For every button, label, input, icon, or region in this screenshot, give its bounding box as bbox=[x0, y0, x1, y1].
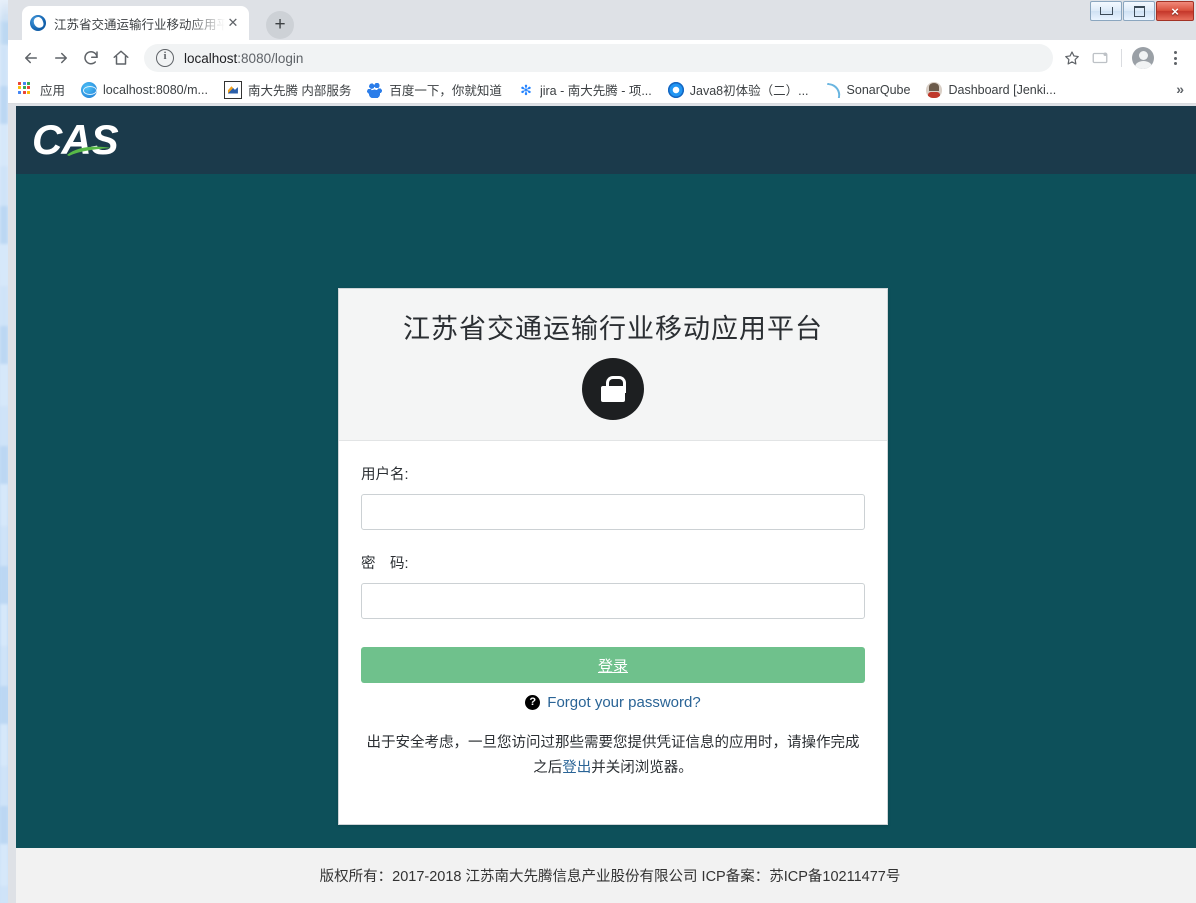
bookmark-label: SonarQube bbox=[846, 82, 911, 97]
security-notice-after: 并关闭浏览器。 bbox=[591, 760, 693, 777]
bookmark-baidu[interactable]: 百度一下，你就知道 bbox=[367, 80, 502, 99]
restore-icon bbox=[1133, 5, 1145, 17]
sonarqube-icon bbox=[825, 82, 841, 98]
copyright-text: 版权所有：2017-2018 江苏南大先腾信息产业股份有限公司 ICP备案：苏I… bbox=[319, 869, 901, 885]
site-header: CAS bbox=[16, 106, 1196, 174]
back-icon[interactable] bbox=[16, 43, 46, 73]
site-info-icon[interactable]: i bbox=[156, 49, 174, 67]
cas-logo: CAS bbox=[32, 119, 119, 161]
page-title: 江苏省交通运输行业移动应用平台 bbox=[403, 314, 823, 344]
bookmark-java8[interactable]: Java8初体验（二）... bbox=[667, 80, 809, 99]
jira-icon: ✻ bbox=[520, 81, 532, 98]
username-input[interactable] bbox=[361, 494, 865, 530]
login-button[interactable]: 登录 bbox=[361, 647, 865, 683]
security-notice: 出于安全考虑，一旦您访问过那些需要您提供凭证信息的应用时，请操作完成之后登出并关… bbox=[361, 731, 865, 782]
login-card-header: 江苏省交通运输行业移动应用平台 bbox=[339, 289, 887, 441]
java-icon bbox=[667, 81, 684, 98]
minimize-button[interactable] bbox=[1090, 1, 1122, 21]
forgot-password-link[interactable]: Forgot your password? bbox=[547, 694, 700, 711]
logout-link[interactable]: 登出 bbox=[562, 760, 591, 776]
bookmark-label: 应用 bbox=[40, 84, 66, 98]
close-window-button[interactable]: × bbox=[1156, 1, 1194, 21]
bookmark-label: Dashboard [Jenki... bbox=[948, 82, 1057, 97]
login-form: 用户名: 密 码: 登录 ? Forgot your password? 出于安… bbox=[339, 441, 887, 824]
page-footer: 版权所有：2017-2018 江苏南大先腾信息产业股份有限公司 ICP备案：苏I… bbox=[16, 848, 1196, 903]
password-input[interactable] bbox=[361, 583, 865, 619]
padlock-icon bbox=[582, 358, 644, 420]
cas-swoosh-icon bbox=[66, 144, 112, 157]
browser-menu-button[interactable] bbox=[1162, 51, 1188, 65]
new-tab-button[interactable]: + bbox=[266, 11, 294, 39]
url-host: localhost bbox=[184, 50, 238, 66]
cast-icon[interactable] bbox=[1085, 43, 1115, 73]
avatar bbox=[1132, 47, 1154, 69]
forward-icon[interactable] bbox=[46, 43, 76, 73]
bookmark-label: Java8初体验（二）... bbox=[689, 84, 809, 98]
bookmark-jira[interactable]: ✻ jira - 南大先腾 - 项... bbox=[518, 80, 652, 99]
profile-button[interactable] bbox=[1128, 43, 1158, 73]
bookmark-sonarqube[interactable]: SonarQube bbox=[825, 82, 911, 98]
bookmark-localhost[interactable]: localhost:8080/m... bbox=[81, 81, 208, 98]
browser-window: 江苏省交通运输行业移动应用平台 ✕ + i localhost:8080/log… bbox=[8, 0, 1196, 903]
bookmark-apps[interactable]: 应用 bbox=[18, 80, 65, 99]
bookmark-label: 南大先腾 内部服务 bbox=[247, 84, 352, 98]
minimize-icon bbox=[1099, 7, 1113, 15]
url-path: :8080/login bbox=[237, 50, 304, 66]
bookmark-label: localhost:8080/m... bbox=[103, 82, 208, 97]
tab-title: 江苏省交通运输行业移动应用平台 bbox=[54, 17, 225, 32]
bookmark-label: jira - 南大先腾 - 项... bbox=[539, 84, 652, 98]
bookmarks-bar: 应用 localhost:8080/m... 南大先腾 内部服务 百度一下，你就… bbox=[8, 76, 1196, 104]
forgot-password-row: ? Forgot your password? bbox=[361, 694, 865, 711]
tab-close-icon[interactable]: ✕ bbox=[225, 15, 241, 31]
password-label: 密 码: bbox=[361, 556, 409, 572]
bookmark-star-icon[interactable] bbox=[1059, 45, 1085, 71]
restore-button[interactable] bbox=[1123, 1, 1155, 21]
toolbar-divider bbox=[1121, 49, 1122, 67]
page-content: CAS 江苏省交通运输行业移动应用平台 用户名: 密 码: 登录 ? Forgo… bbox=[16, 106, 1196, 903]
address-bar[interactable]: i localhost:8080/login bbox=[144, 44, 1053, 72]
username-label: 用户名: bbox=[361, 467, 409, 483]
login-card: 江苏省交通运输行业移动应用平台 用户名: 密 码: 登录 ? Forgot yo… bbox=[338, 288, 888, 826]
reload-icon[interactable] bbox=[76, 43, 106, 73]
baidu-paw-icon bbox=[367, 81, 384, 98]
apps-grid-icon bbox=[18, 81, 34, 98]
nanda-xianteng-icon bbox=[223, 80, 242, 99]
bookmarks-overflow-button[interactable]: » bbox=[1176, 81, 1184, 97]
close-icon: × bbox=[1171, 3, 1179, 19]
browser-tab[interactable]: 江苏省交通运输行业移动应用平台 ✕ bbox=[22, 6, 249, 40]
question-mark-icon: ? bbox=[525, 695, 541, 710]
tab-strip: 江苏省交通运输行业移动应用平台 ✕ + bbox=[8, 0, 1196, 40]
home-icon[interactable] bbox=[106, 43, 136, 73]
screen: × 江苏省交通运输行业移动应用平台 ✕ + i localhost:8080/… bbox=[0, 0, 1196, 903]
browser-toolbar: i localhost:8080/login bbox=[8, 40, 1196, 76]
jenkins-icon bbox=[926, 81, 943, 98]
tab-favicon-icon bbox=[30, 15, 46, 31]
window-controls[interactable]: × bbox=[1090, 1, 1194, 21]
bookmark-label: 百度一下，你就知道 bbox=[389, 84, 502, 98]
bookmark-nanda-xianteng[interactable]: 南大先腾 内部服务 bbox=[223, 80, 352, 99]
bookmark-jenkins[interactable]: Dashboard [Jenki... bbox=[926, 81, 1057, 98]
globe-icon bbox=[81, 81, 98, 98]
